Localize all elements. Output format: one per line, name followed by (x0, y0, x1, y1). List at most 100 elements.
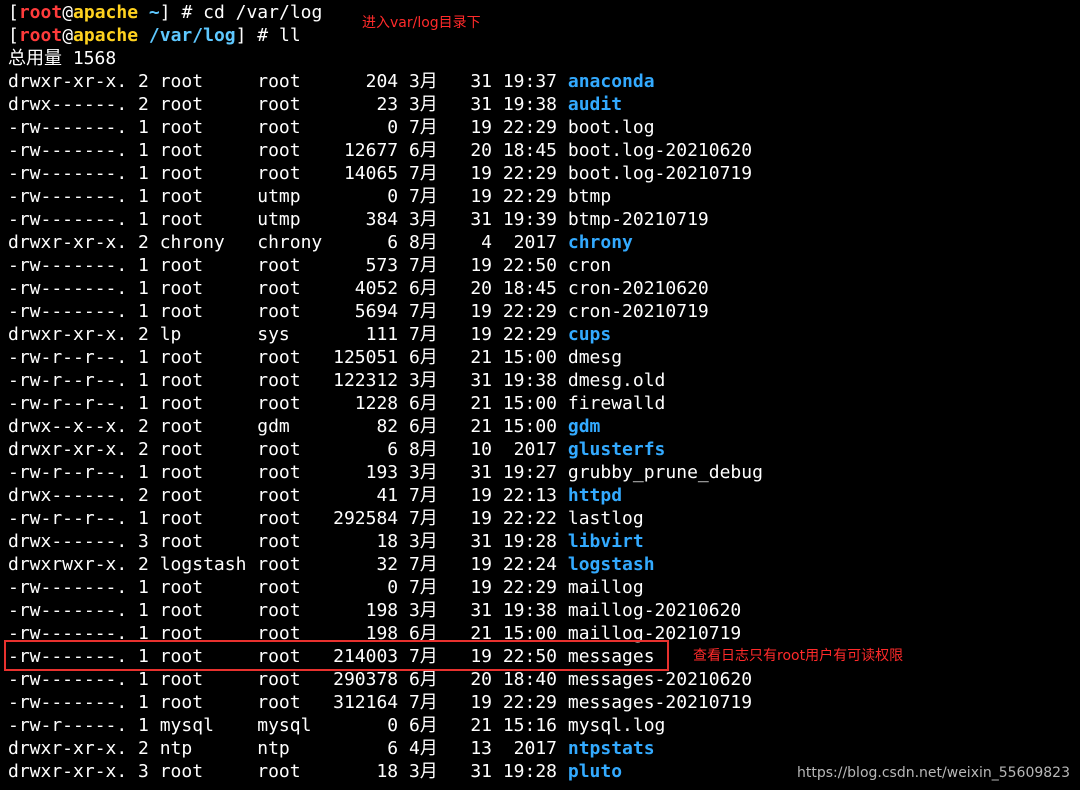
directory-name: pluto (567, 761, 623, 782)
prompt-host: apache (73, 2, 139, 23)
file-entry: drwx------. 2 root root 23 3月 31 19:38 a… (8, 93, 1072, 116)
file-entry-meta: -rw-------. 1 root root 0 7月 19 22:29 (8, 117, 568, 138)
file-entry-meta: drwxr-xr-x. 2 root root 204 3月 31 19:37 (8, 71, 568, 92)
prompt-at-sign: @ (62, 25, 74, 46)
file-entry: drwx------. 2 root root 41 7月 19 22:13 h… (8, 484, 1072, 507)
file-entry: drwxrwxr-x. 2 logstash root 32 7月 19 22:… (8, 553, 1072, 576)
command-text: ll (278, 25, 301, 46)
file-entry-meta: -rw-------. 1 root root 0 7月 19 22:29 (8, 577, 568, 598)
messages-highlight-box (4, 640, 669, 671)
file-entry: drwxr-xr-x. 2 lp sys 111 7月 19 22:29 cup… (8, 323, 1072, 346)
file-entry-meta: -rw-------. 1 root root 5694 7月 19 22:29 (8, 301, 568, 322)
file-entry: -rw-------. 1 root root 4052 6月 20 18:45… (8, 277, 1072, 300)
file-entry-meta: -rw-r--r--. 1 root root 1228 6月 21 15:00 (8, 393, 568, 414)
file-entry-meta: drwx------. 2 root root 23 3月 31 19:38 (8, 94, 568, 115)
prompt-open-bracket: [ (8, 25, 19, 46)
file-entry-meta: -rw-r--r--. 1 root root 193 3月 31 19:27 (8, 462, 568, 483)
directory-name: libvirt (567, 531, 644, 552)
file-name: messages-20210620 (567, 669, 753, 690)
file-entry: -rw-------. 1 root root 12677 6月 20 18:4… (8, 139, 1072, 162)
annotation-messages-note: 查看日志只有root用户有可读权限 (693, 648, 904, 664)
file-entry: -rw-------. 1 root root 14065 7月 19 22:2… (8, 162, 1072, 185)
annotation-cd-note: 进入var/log目录下 (362, 15, 481, 31)
prompt-line: [root@apache ~] # cd /var/log (8, 1, 1072, 24)
file-entry-meta: drwxrwxr-x. 2 logstash root 32 7月 19 22:… (8, 554, 568, 575)
file-entry: -rw-r--r--. 1 root root 193 3月 31 19:27 … (8, 461, 1072, 484)
file-entry-meta: -rw-------. 1 root root 290378 6月 20 18:… (8, 669, 568, 690)
file-name: btmp (567, 186, 612, 207)
directory-name: logstash (567, 554, 655, 575)
file-name: boot.log (567, 117, 655, 138)
prompt-line: [root@apache /var/log] # ll (8, 24, 1072, 47)
file-name: dmesg.old (567, 370, 666, 391)
file-entry: -rw-r-----. 1 mysql mysql 0 6月 21 15:16 … (8, 714, 1072, 737)
file-entry: -rw-------. 1 root root 290378 6月 20 18:… (8, 668, 1072, 691)
file-entry-meta: -rw-------. 1 root root 573 7月 19 22:50 (8, 255, 568, 276)
file-name: grubby_prune_debug (567, 462, 763, 483)
file-name: lastlog (567, 508, 644, 529)
file-entry-meta: drwxr-xr-x. 2 ntp ntp 6 4月 13 2017 (8, 738, 568, 759)
file-entry-meta: drwx------. 2 root root 41 7月 19 22:13 (8, 485, 568, 506)
file-entry-meta: -rw-------. 1 root root 4052 6月 20 18:45 (8, 278, 568, 299)
file-entry: drwxr-xr-x. 2 root root 6 8月 10 2017 glu… (8, 438, 1072, 461)
directory-name: ntpstats (567, 738, 655, 759)
prompt-host: apache (73, 25, 139, 46)
file-entry-meta: -rw-r--r--. 1 root root 292584 7月 19 22:… (8, 508, 568, 529)
command-text: cd /var/log (203, 2, 323, 23)
file-entry: drwx------. 3 root root 18 3月 31 19:28 l… (8, 530, 1072, 553)
file-entry: -rw-------. 1 root root 0 7月 19 22:29 bo… (8, 116, 1072, 139)
prompt-user: root (18, 2, 63, 23)
file-entry-meta: -rw-r--r--. 1 root root 122312 3月 31 19:… (8, 370, 568, 391)
file-name: cron-20210620 (567, 278, 709, 299)
prompt-symbol: # (246, 25, 279, 46)
prompt-user: root (18, 25, 63, 46)
file-name: mysql.log (567, 715, 666, 736)
file-name: dmesg (567, 347, 623, 368)
prompt-close-bracket: ] (159, 2, 171, 23)
file-entry-meta: drwxr-xr-x. 3 root root 18 3月 31 19:28 (8, 761, 568, 782)
directory-name: anaconda (567, 71, 655, 92)
watermark-text: https://blog.csdn.net/weixin_55609823 (796, 765, 1070, 781)
prompt-close-bracket: ] (235, 25, 247, 46)
file-entry: -rw-r--r--. 1 root root 292584 7月 19 22:… (8, 507, 1072, 530)
file-entry-meta: -rw-r-----. 1 mysql mysql 0 6月 21 15:16 (8, 715, 568, 736)
prompt-at-sign: @ (62, 2, 74, 23)
file-name: firewalld (567, 393, 666, 414)
file-entry: drwxr-xr-x. 2 root root 204 3月 31 19:37 … (8, 70, 1072, 93)
prompt-symbol: # (170, 2, 204, 23)
prompt-cwd: /var/log (148, 25, 236, 46)
file-entry: drwx--x--x. 2 root gdm 82 6月 21 15:00 gd… (8, 415, 1072, 438)
file-name: boot.log-20210719 (567, 163, 753, 184)
file-entry-meta: -rw-------. 1 root root 198 3月 31 19:38 (8, 600, 568, 621)
file-name: cron-20210719 (567, 301, 709, 322)
file-entry: -rw-r--r--. 1 root root 1228 6月 21 15:00… (8, 392, 1072, 415)
file-entry-meta: -rw-------. 1 root utmp 384 3月 31 19:39 (8, 209, 568, 230)
file-entry: -rw-------. 1 root utmp 0 7月 19 22:29 bt… (8, 185, 1072, 208)
file-name: btmp-20210719 (567, 209, 709, 230)
total-line: 总用量 1568 (8, 48, 117, 69)
file-entry: -rw-r--r--. 1 root root 122312 3月 31 19:… (8, 369, 1072, 392)
directory-name: chrony (567, 232, 633, 253)
file-entry-meta: -rw-r--r--. 1 root root 125051 6月 21 15:… (8, 347, 568, 368)
prompt-open-bracket: [ (8, 2, 19, 23)
file-entry: -rw-------. 1 root root 573 7月 19 22:50 … (8, 254, 1072, 277)
file-name: boot.log-20210620 (567, 140, 753, 161)
file-entry: drwxr-xr-x. 2 chrony chrony 6 8月 4 2017 … (8, 231, 1072, 254)
file-entry-meta: drwxr-xr-x. 2 chrony chrony 6 8月 4 2017 (8, 232, 568, 253)
file-entry-meta: drwx------. 3 root root 18 3月 31 19:28 (8, 531, 568, 552)
file-entry-meta: -rw-------. 1 root utmp 0 7月 19 22:29 (8, 186, 568, 207)
file-entry: drwxr-xr-x. 2 ntp ntp 6 4月 13 2017 ntpst… (8, 737, 1072, 760)
file-name: messages-20210719 (567, 692, 753, 713)
file-entry: -rw-------. 1 root root 5694 7月 19 22:29… (8, 300, 1072, 323)
file-entry: -rw-------. 1 root root 198 3月 31 19:38 … (8, 599, 1072, 622)
directory-name: glusterfs (567, 439, 666, 460)
file-entry-meta: -rw-------. 1 root root 312164 7月 19 22:… (8, 692, 568, 713)
file-name: cron (567, 255, 612, 276)
directory-name: cups (567, 324, 612, 345)
file-entry-meta: -rw-------. 1 root root 12677 6月 20 18:4… (8, 140, 568, 161)
file-entry: -rw-r--r--. 1 root root 125051 6月 21 15:… (8, 346, 1072, 369)
directory-name: audit (567, 94, 623, 115)
file-entry: -rw-------. 1 root root 0 7月 19 22:29 ma… (8, 576, 1072, 599)
file-entry-meta: drwxr-xr-x. 2 lp sys 111 7月 19 22:29 (8, 324, 568, 345)
file-entry: -rw-------. 1 root root 312164 7月 19 22:… (8, 691, 1072, 714)
